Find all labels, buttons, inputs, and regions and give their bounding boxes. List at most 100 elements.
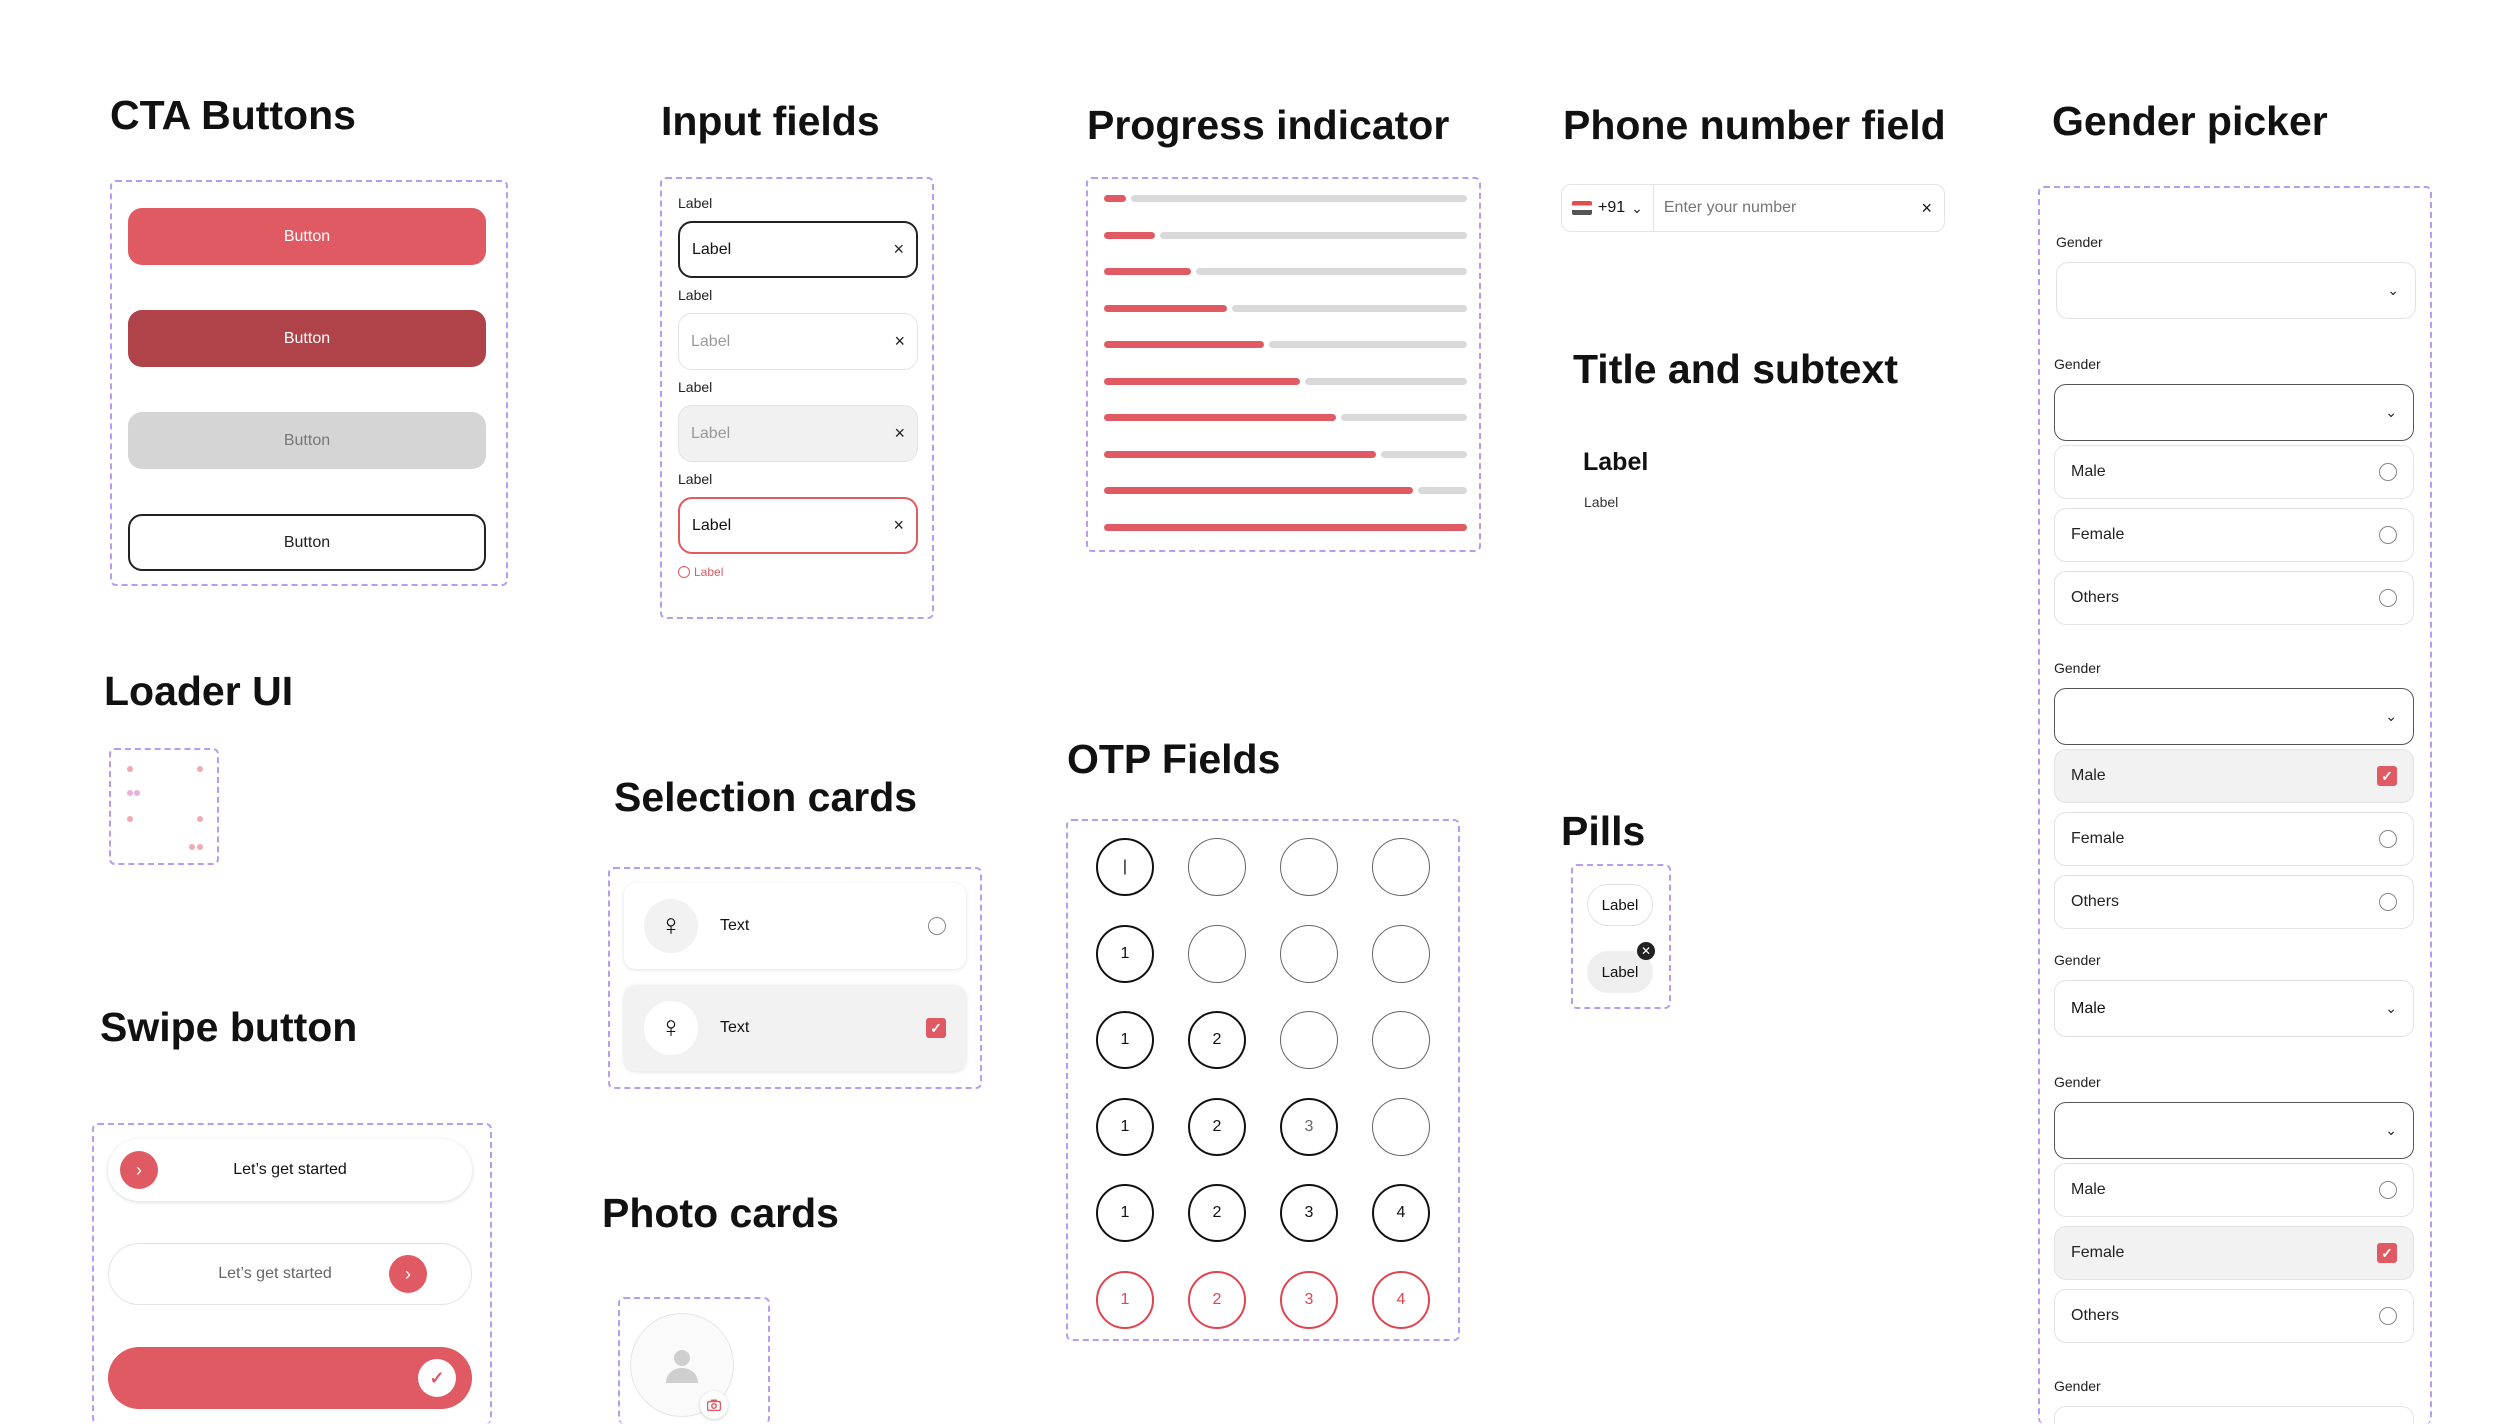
loader-dot bbox=[197, 766, 203, 772]
radio-icon[interactable] bbox=[2379, 1181, 2397, 1199]
otp-digit-input[interactable]: 2 bbox=[1188, 1011, 1246, 1069]
field-value: Label bbox=[692, 240, 732, 258]
country-code-selector[interactable]: +91 ⌄ bbox=[1562, 185, 1654, 231]
checkbox-checked-icon[interactable]: ✓ bbox=[2377, 766, 2397, 786]
selection-card-selected[interactable]: ♀ Text ✓ bbox=[624, 985, 966, 1071]
otp-digit-input[interactable] bbox=[1372, 1011, 1430, 1069]
otp-digit-input[interactable]: | bbox=[1096, 838, 1154, 896]
progress-track bbox=[1131, 195, 1467, 202]
checkbox-checked-icon[interactable]: ✓ bbox=[2377, 1243, 2397, 1263]
gender-option-selected[interactable]: Male ✓ bbox=[2054, 749, 2414, 803]
input-field-error[interactable]: Label × bbox=[678, 497, 918, 554]
radio-icon[interactable] bbox=[2379, 463, 2397, 481]
pills-frame: Label Label ✕ bbox=[1571, 864, 1671, 1009]
otp-digit-input[interactable]: 4 bbox=[1372, 1184, 1430, 1242]
otp-digit-input[interactable]: 3 bbox=[1280, 1270, 1338, 1329]
clear-icon[interactable]: × bbox=[894, 423, 905, 444]
progress-fill bbox=[1104, 341, 1264, 348]
selection-card[interactable]: ♀ Text bbox=[624, 883, 966, 969]
photo-cards-frame bbox=[618, 1297, 770, 1424]
radio-icon[interactable] bbox=[928, 917, 946, 935]
otp-digit-input[interactable]: 4 bbox=[1372, 1270, 1430, 1329]
gender-select-open[interactable]: ⌄ bbox=[2054, 1102, 2414, 1159]
otp-digit-input[interactable]: 1 bbox=[1096, 1097, 1154, 1156]
pressed-button[interactable]: Button bbox=[128, 310, 486, 367]
check-icon: ✓ bbox=[418, 1359, 456, 1397]
radio-icon[interactable] bbox=[2379, 526, 2397, 544]
input-field-active[interactable]: Label × bbox=[678, 221, 918, 278]
clear-icon[interactable]: × bbox=[1909, 198, 1944, 219]
gender-option[interactable]: Female bbox=[2054, 508, 2414, 562]
chevron-right-icon[interactable]: › bbox=[120, 1151, 158, 1189]
female-icon: ♀ bbox=[644, 899, 698, 953]
otp-digit-input[interactable]: 1 bbox=[1096, 1270, 1154, 1329]
progress-fill bbox=[1104, 304, 1227, 312]
clear-icon[interactable]: × bbox=[893, 515, 904, 536]
camera-icon[interactable] bbox=[700, 1391, 728, 1419]
otp-digit-input[interactable] bbox=[1280, 1011, 1338, 1069]
otp-digit-input[interactable] bbox=[1372, 924, 1430, 983]
close-icon[interactable]: ✕ bbox=[1637, 942, 1655, 960]
phone-number-field[interactable]: +91 ⌄ × bbox=[1561, 184, 1945, 232]
otp-digit-input[interactable] bbox=[1372, 838, 1430, 896]
gender-select[interactable]: ⌄ bbox=[2054, 1406, 2414, 1424]
otp-digit-input[interactable]: 1 bbox=[1096, 1011, 1154, 1069]
otp-digit-input[interactable]: 3 bbox=[1280, 1097, 1338, 1156]
field-placeholder: Label bbox=[691, 332, 731, 350]
cta-title: CTA Buttons bbox=[110, 92, 356, 138]
chevron-down-icon: ⌄ bbox=[2385, 404, 2397, 420]
gender-select-filled[interactable]: Male ⌄ bbox=[2054, 980, 2414, 1037]
otp-digit-input[interactable] bbox=[1280, 838, 1338, 896]
primary-button[interactable]: Button bbox=[128, 208, 486, 265]
progress-fill bbox=[1104, 523, 1467, 531]
title-text: Label bbox=[1583, 448, 1649, 476]
gender-select-open[interactable]: ⌄ bbox=[2054, 688, 2414, 745]
swipe-button-progress[interactable]: Let’s get started › bbox=[108, 1243, 472, 1305]
progress-bar bbox=[1104, 231, 1467, 239]
otp-digit-input[interactable]: 1 bbox=[1096, 1184, 1154, 1242]
chevron-down-icon: ⌄ bbox=[2387, 282, 2399, 298]
subtext-text: Label bbox=[1584, 494, 1619, 510]
input-field-empty[interactable]: Label × bbox=[678, 313, 918, 370]
checkbox-checked-icon[interactable]: ✓ bbox=[926, 1018, 946, 1038]
otp-digit-input[interactable]: 2 bbox=[1188, 1270, 1246, 1329]
otp-digit-input[interactable] bbox=[1188, 924, 1246, 983]
progress-bar bbox=[1104, 523, 1467, 531]
chevron-right-icon[interactable]: › bbox=[389, 1255, 427, 1293]
loader-dot bbox=[189, 844, 195, 850]
otp-digit-input[interactable] bbox=[1280, 924, 1338, 983]
input-field-disabled[interactable]: Label × bbox=[678, 405, 918, 462]
phone-input[interactable] bbox=[1653, 199, 1910, 217]
gender-option[interactable]: Male bbox=[2054, 1163, 2414, 1217]
swipe-button-complete[interactable]: ✓ bbox=[108, 1347, 472, 1409]
gender-option[interactable]: Others bbox=[2054, 571, 2414, 625]
gender-label: Gender bbox=[2054, 1378, 2101, 1394]
gender-option[interactable]: Others bbox=[2054, 875, 2414, 929]
gender-option[interactable]: Female bbox=[2054, 812, 2414, 866]
clear-icon[interactable]: × bbox=[893, 239, 904, 260]
gender-option-selected[interactable]: Female ✓ bbox=[2054, 1226, 2414, 1280]
loader-dot bbox=[197, 816, 203, 822]
outline-button[interactable]: Button bbox=[128, 514, 486, 571]
loader-title: Loader UI bbox=[104, 668, 294, 714]
disabled-button[interactable]: Button bbox=[128, 412, 486, 469]
gender-select[interactable]: ⌄ bbox=[2056, 262, 2416, 319]
swipe-button-start[interactable]: › Let’s get started bbox=[108, 1139, 472, 1201]
otp-digit-input[interactable]: 3 bbox=[1280, 1184, 1338, 1242]
gender-option[interactable]: Male bbox=[2054, 445, 2414, 499]
otp-digit-input[interactable] bbox=[1188, 838, 1246, 896]
otp-digit-input[interactable]: 2 bbox=[1188, 1097, 1246, 1156]
progress-frame bbox=[1086, 177, 1481, 552]
otp-digit-input[interactable]: 2 bbox=[1188, 1184, 1246, 1242]
otp-digit-input[interactable]: 1 bbox=[1096, 924, 1154, 983]
clear-icon[interactable]: × bbox=[894, 331, 905, 352]
progress-bar bbox=[1104, 268, 1467, 275]
gender-option[interactable]: Others bbox=[2054, 1289, 2414, 1343]
gender-select-open[interactable]: ⌄ bbox=[2054, 384, 2414, 441]
pill[interactable]: Label bbox=[1587, 884, 1653, 926]
radio-icon[interactable] bbox=[2379, 1307, 2397, 1325]
radio-icon[interactable] bbox=[2379, 830, 2397, 848]
otp-digit-input[interactable] bbox=[1372, 1097, 1430, 1156]
radio-icon[interactable] bbox=[2379, 589, 2397, 607]
radio-icon[interactable] bbox=[2379, 893, 2397, 911]
